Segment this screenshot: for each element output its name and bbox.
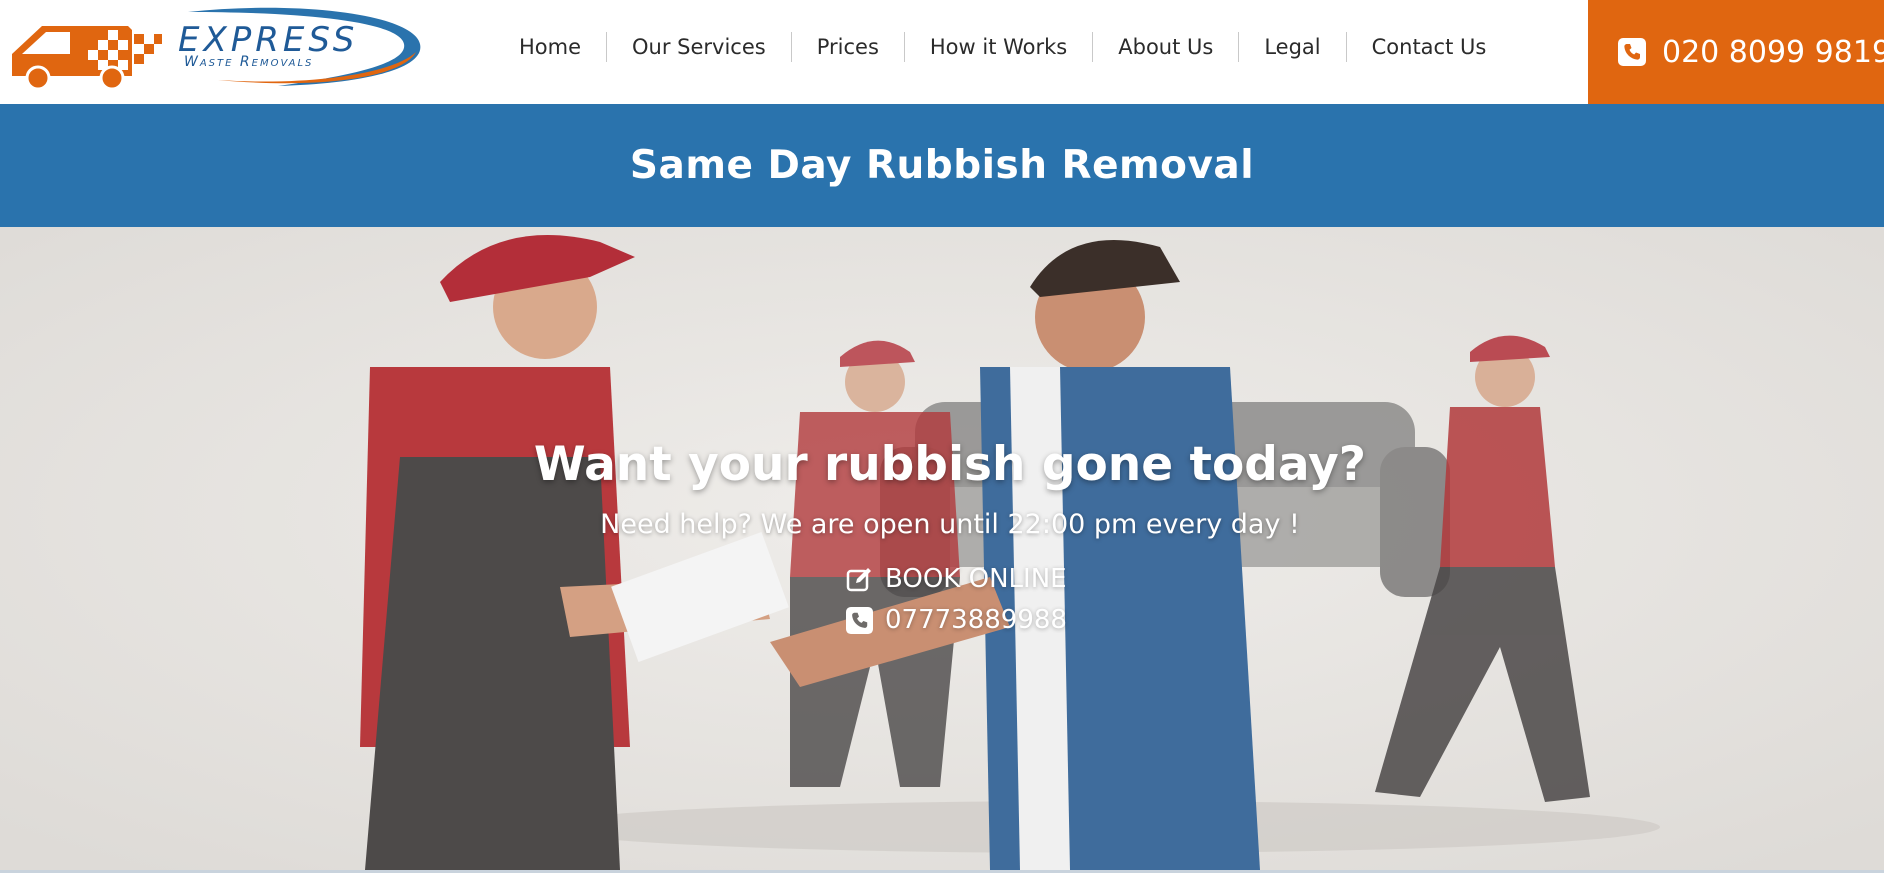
hero-section: Want your rubbish gone today? Need help?… <box>0 227 1884 870</box>
edit-icon <box>846 567 871 591</box>
main-nav: Home Our Services Prices How it Works Ab… <box>494 30 1511 64</box>
phone-icon <box>1618 38 1646 66</box>
site-logo[interactable]: EXPRESS Waste Removals <box>8 6 423 91</box>
page-banner: Same Day Rubbish Removal <box>0 104 1884 227</box>
nav-legal[interactable]: Legal <box>1238 32 1345 62</box>
nav-our-services[interactable]: Our Services <box>606 32 791 62</box>
hero-subtitle: Need help? We are open until 22:00 pm ev… <box>600 509 1300 540</box>
book-online-link[interactable]: BOOK ONLINE <box>846 562 1067 596</box>
hero-phone-link[interactable]: 07773889988 <box>846 603 1067 637</box>
phone-icon <box>846 606 873 634</box>
van-logo-icon <box>12 26 162 91</box>
site-header: EXPRESS Waste Removals Home Our Services… <box>0 0 1884 104</box>
hero-content: Want your rubbish gone today? Need help?… <box>0 227 1884 870</box>
nav-contact-us[interactable]: Contact Us <box>1345 32 1512 62</box>
hero-title: Want your rubbish gone today? <box>533 437 1367 492</box>
hero-phone-number: 07773889988 <box>885 605 1067 635</box>
book-online-label: BOOK ONLINE <box>885 564 1067 594</box>
nav-how-it-works[interactable]: How it Works <box>903 32 1092 62</box>
nav-about-us[interactable]: About Us <box>1092 32 1238 62</box>
header-phone-button[interactable]: 020 8099 9819 <box>1588 0 1884 104</box>
nav-prices[interactable]: Prices <box>790 32 904 62</box>
header-phone-number: 020 8099 9819 <box>1662 34 1884 70</box>
nav-home[interactable]: Home <box>494 32 606 62</box>
page-title: Same Day Rubbish Removal <box>629 143 1255 188</box>
logo-subtitle: Waste Removals <box>184 54 314 70</box>
